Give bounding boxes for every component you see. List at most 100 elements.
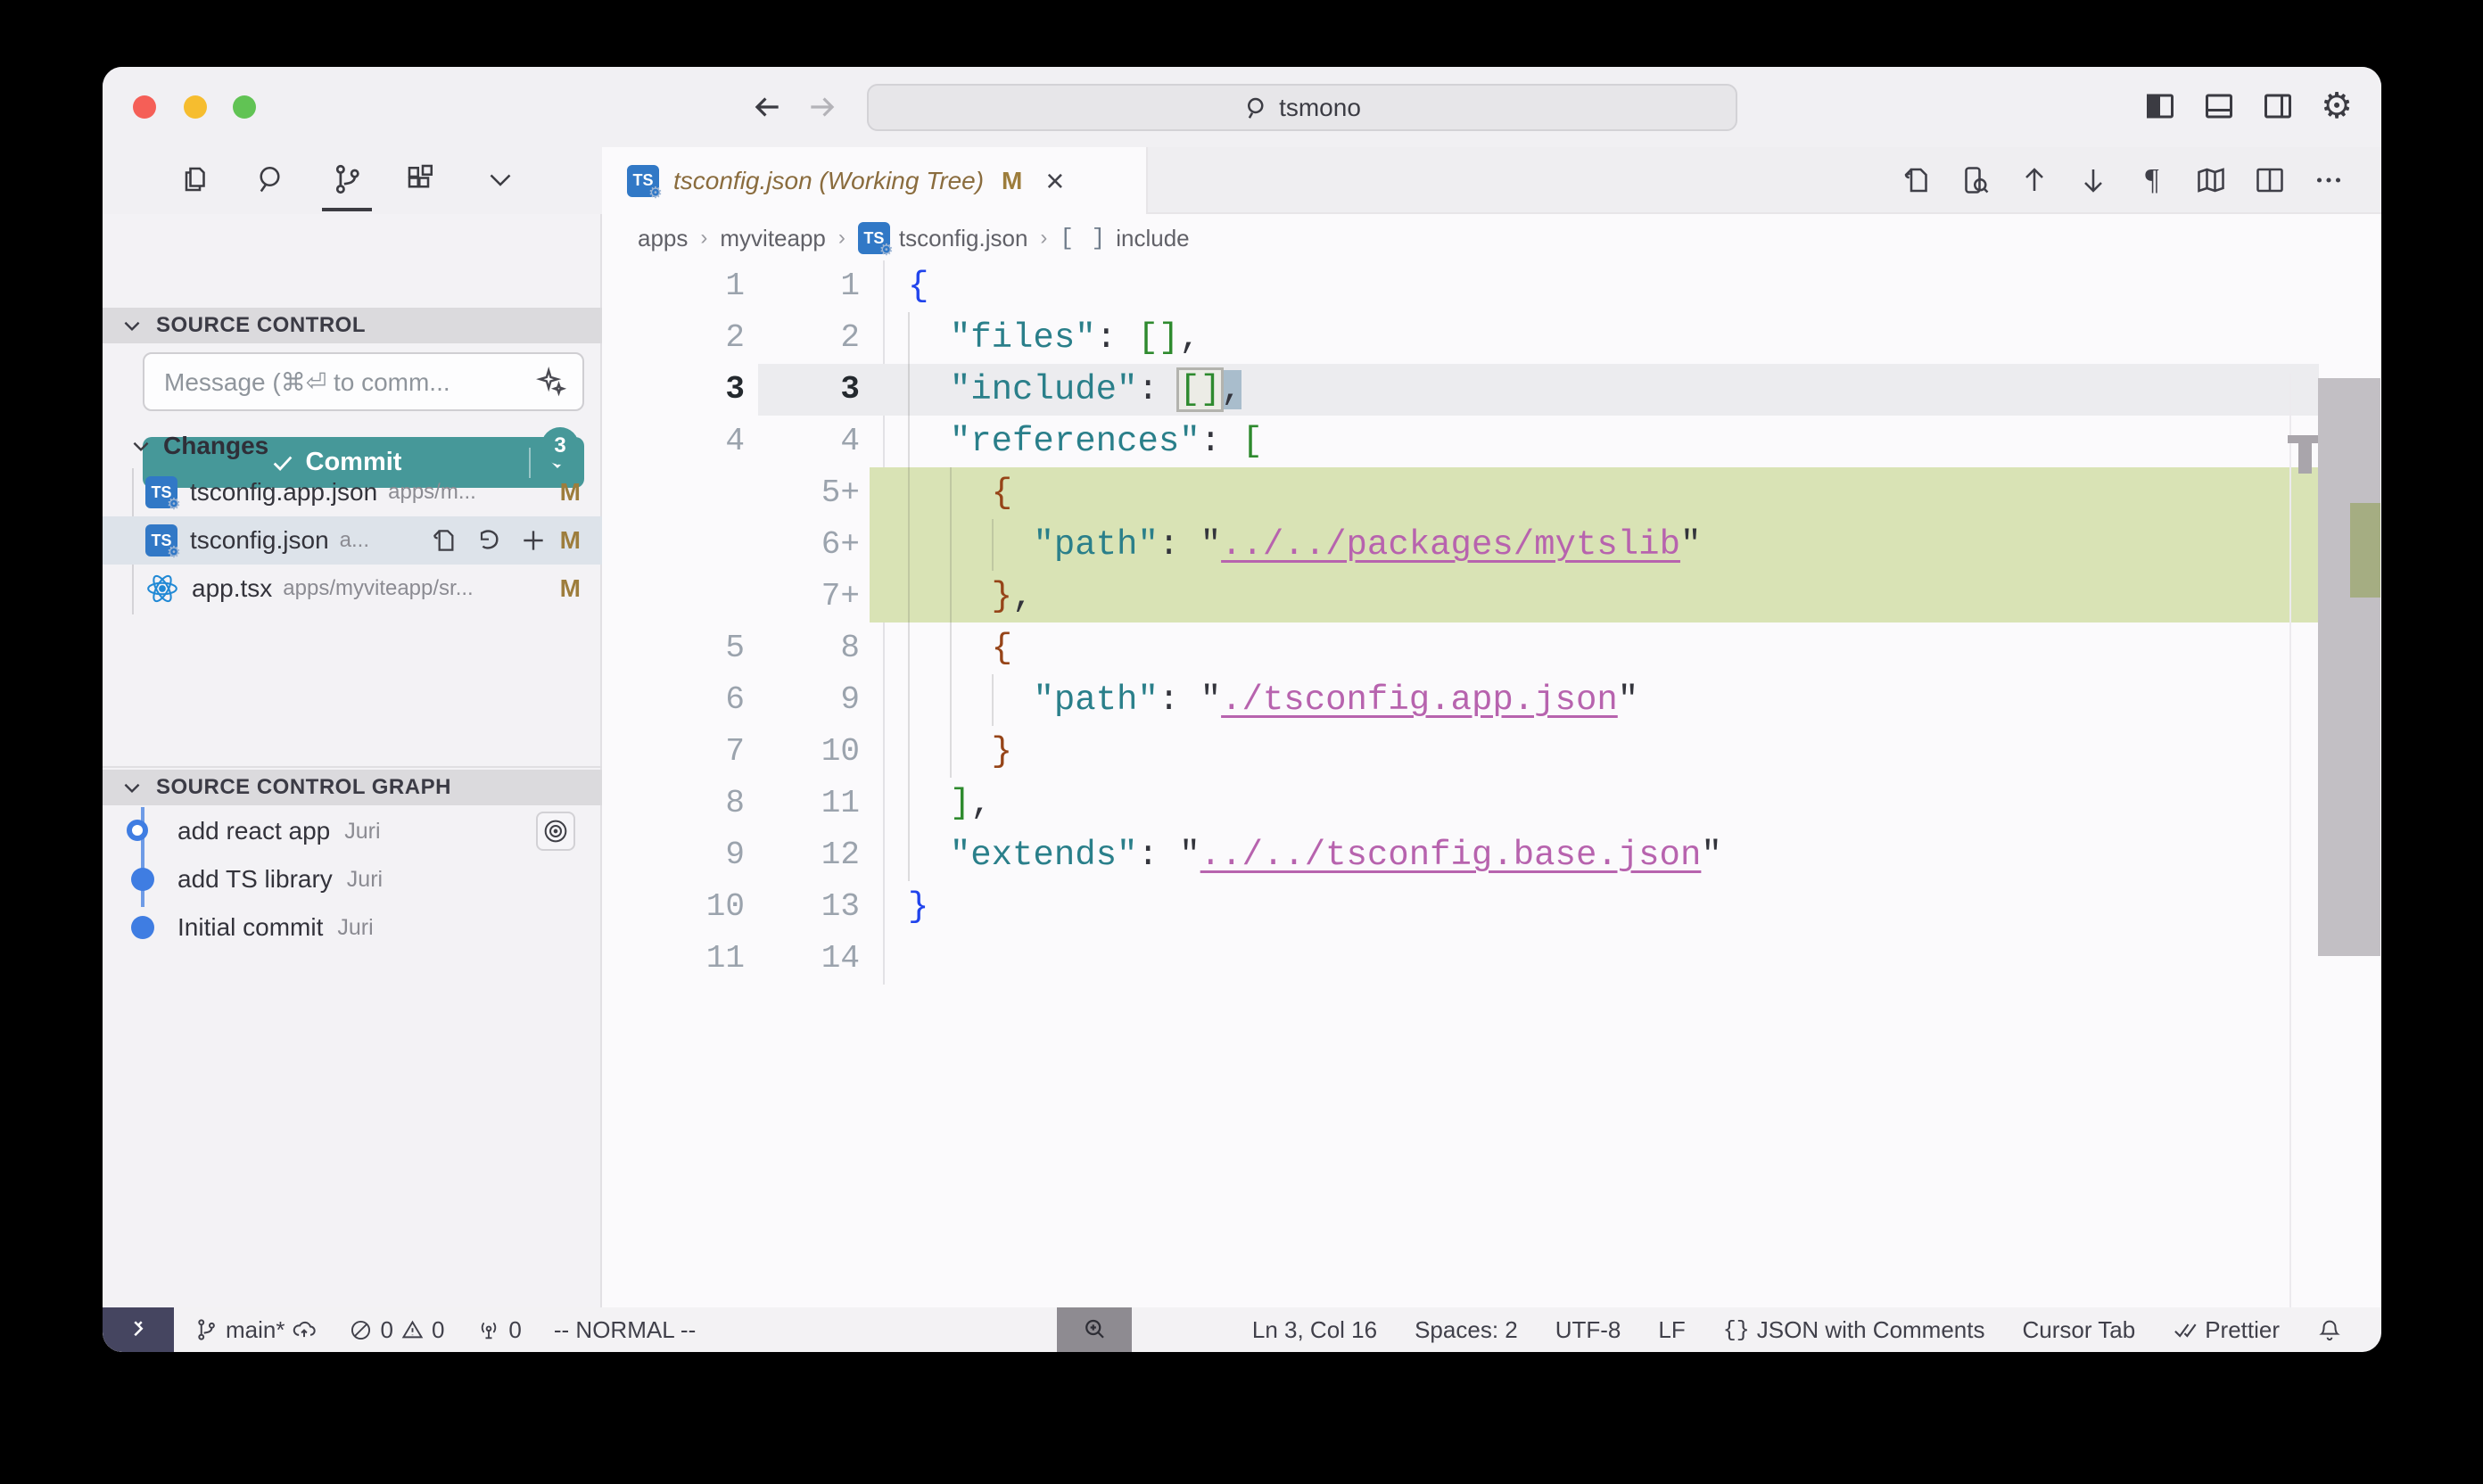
formatter-item[interactable]: Prettier: [2173, 1316, 2280, 1344]
code-line[interactable]: 5+ {: [602, 467, 2381, 519]
errors-icon: [349, 1318, 373, 1342]
line-number-modified: 12: [754, 829, 860, 881]
code-line[interactable]: 811 ],: [602, 778, 2381, 829]
branch-status-item[interactable]: main*: [194, 1316, 317, 1344]
previous-change-icon[interactable]: [2017, 163, 2051, 197]
toggle-panel-icon[interactable]: [2201, 88, 2237, 124]
code-text: "files": [],: [908, 312, 1200, 364]
code-line[interactable]: 6+ "path": "../../packages/mytslib": [602, 519, 2381, 571]
scrollbar[interactable]: [2318, 378, 2380, 956]
command-center-search[interactable]: tsmono: [867, 84, 1737, 131]
encoding-item[interactable]: UTF-8: [1555, 1316, 1621, 1344]
tab-mode-item[interactable]: Cursor Tab: [2023, 1316, 2136, 1344]
code-line[interactable]: 22 "files": [],: [602, 312, 2381, 364]
code-text: {: [908, 622, 1012, 674]
line-number-original: 5: [602, 622, 745, 674]
line-number-original: 9: [602, 829, 745, 881]
commit-row[interactable]: add TS libraryJuri: [103, 855, 602, 903]
discard-icon[interactable]: [474, 526, 503, 555]
line-number-modified: 3: [754, 364, 860, 416]
language-mode-item[interactable]: {}JSON with Comments: [1723, 1316, 1985, 1344]
remote-indicator[interactable]: [103, 1307, 174, 1352]
checkout-action-button[interactable]: [536, 812, 575, 851]
code-line[interactable]: 7+ },: [602, 571, 2381, 622]
more-actions-icon[interactable]: [2312, 163, 2346, 197]
ts-icon: TS⚙: [627, 165, 659, 197]
line-number-modified: 9: [754, 674, 860, 726]
settings-gear-icon[interactable]: ⚙: [2319, 88, 2355, 124]
code-line[interactable]: 912 "extends": "../../tsconfig.base.json…: [602, 829, 2381, 881]
cursor-position-item[interactable]: Ln 3, Col 16: [1252, 1316, 1377, 1344]
source-control-icon[interactable]: [318, 153, 375, 206]
modified-badge: M: [560, 526, 581, 555]
diff-editor[interactable]: 11{22 "files": [],33 "include": [],44 "r…: [602, 260, 2381, 1307]
tab-strip: TS⚙ tsconfig.json (Working Tree) M ×: [602, 147, 2381, 214]
search-text: tsmono: [1279, 94, 1361, 122]
commit-row[interactable]: add react appJuri: [103, 807, 602, 855]
scm-file-row[interactable]: TS⚙tsconfig.app.jsonapps/m...M: [103, 468, 602, 516]
code-text: ],: [908, 778, 992, 829]
breadcrumb-item-include[interactable]: [ ]include: [1060, 225, 1189, 252]
commit-message-input[interactable]: Message (⌘⏎ to comm...: [143, 352, 584, 411]
vim-mode-indicator[interactable]: -- NORMAL --: [554, 1316, 696, 1344]
explorer-icon[interactable]: [166, 153, 223, 206]
traffic-light-close[interactable]: [133, 95, 156, 119]
commit-row[interactable]: Initial commitJuri: [103, 903, 602, 952]
line-number-modified: 10: [754, 726, 860, 778]
breadcrumb-label: apps: [638, 225, 688, 252]
stage-icon[interactable]: [519, 526, 548, 555]
code-line[interactable]: 11{: [602, 260, 2381, 312]
breadcrumb-item-myviteapp[interactable]: myviteapp: [720, 225, 826, 252]
code-line[interactable]: 58 {: [602, 622, 2381, 674]
code-line[interactable]: 1114: [602, 933, 2381, 985]
navigate-back-icon[interactable]: [750, 90, 784, 124]
source-control-graph-header[interactable]: SOURCE CONTROL GRAPH: [103, 770, 602, 805]
problems-status-item[interactable]: 0 0: [349, 1316, 444, 1344]
traffic-light-minimize[interactable]: [184, 95, 207, 119]
errors-count: 0: [380, 1316, 392, 1344]
ports-status-item[interactable]: 0: [476, 1316, 521, 1344]
breadcrumb-item-tsconfig.json[interactable]: TS⚙tsconfig.json: [858, 222, 1028, 254]
navigate-forward-icon[interactable]: [805, 90, 839, 124]
changes-group-header[interactable]: Changes 3: [103, 426, 602, 466]
map-icon[interactable]: [2194, 163, 2228, 197]
code-text: {: [908, 467, 1012, 519]
file-path: a...: [340, 528, 430, 553]
whitespace-icon[interactable]: ¶: [2135, 163, 2169, 197]
scm-file-row[interactable]: app.tsxapps/myviteapp/sr...M: [103, 565, 602, 613]
scm-file-row[interactable]: TS⚙tsconfig.jsona...M: [103, 516, 602, 565]
breadcrumb-item-apps[interactable]: apps: [638, 225, 688, 252]
close-icon[interactable]: ×: [1045, 165, 1064, 197]
overview-ruler-added-marker: [2350, 503, 2380, 598]
open-changes-icon[interactable]: [1900, 163, 1934, 197]
extensions-icon[interactable]: [392, 153, 449, 206]
chevron-down-icon[interactable]: [472, 153, 529, 206]
source-control-section-header[interactable]: SOURCE CONTROL: [103, 308, 602, 343]
section-title: SOURCE CONTROL: [156, 313, 366, 338]
code-line[interactable]: 33 "include": [],: [602, 364, 2381, 416]
notifications-bell-icon[interactable]: [2317, 1317, 2342, 1342]
tab-tsconfig-working-tree[interactable]: TS⚙ tsconfig.json (Working Tree) M ×: [602, 147, 1148, 214]
toggle-primary-sidebar-icon[interactable]: [2142, 88, 2178, 124]
code-text: },: [908, 571, 1033, 622]
gear-icon: ⚙: [648, 184, 663, 202]
section-divider[interactable]: [103, 766, 602, 768]
eol-item[interactable]: LF: [1658, 1316, 1685, 1344]
sparkle-icon[interactable]: [536, 367, 566, 397]
split-editor-icon[interactable]: [2253, 163, 2287, 197]
indentation-item[interactable]: Spaces: 2: [1415, 1316, 1518, 1344]
search-icon[interactable]: [243, 153, 300, 206]
toggle-secondary-sidebar-icon[interactable]: [2260, 88, 2296, 124]
open-file-icon[interactable]: [430, 526, 458, 555]
line-number-original: 8: [602, 778, 745, 829]
code-line[interactable]: 44 "references": [: [602, 416, 2381, 467]
inline-view-icon[interactable]: [1959, 163, 1992, 197]
next-change-icon[interactable]: [2076, 163, 2110, 197]
traffic-light-maximize[interactable]: [233, 95, 256, 119]
ports-count: 0: [508, 1316, 521, 1344]
zoom-indicator[interactable]: [1057, 1307, 1132, 1352]
code-line[interactable]: 1013}: [602, 881, 2381, 933]
code-line[interactable]: 69 "path": "./tsconfig.app.json": [602, 674, 2381, 726]
code-line[interactable]: 710 }: [602, 726, 2381, 778]
gear-icon: ⚙: [167, 543, 181, 562]
